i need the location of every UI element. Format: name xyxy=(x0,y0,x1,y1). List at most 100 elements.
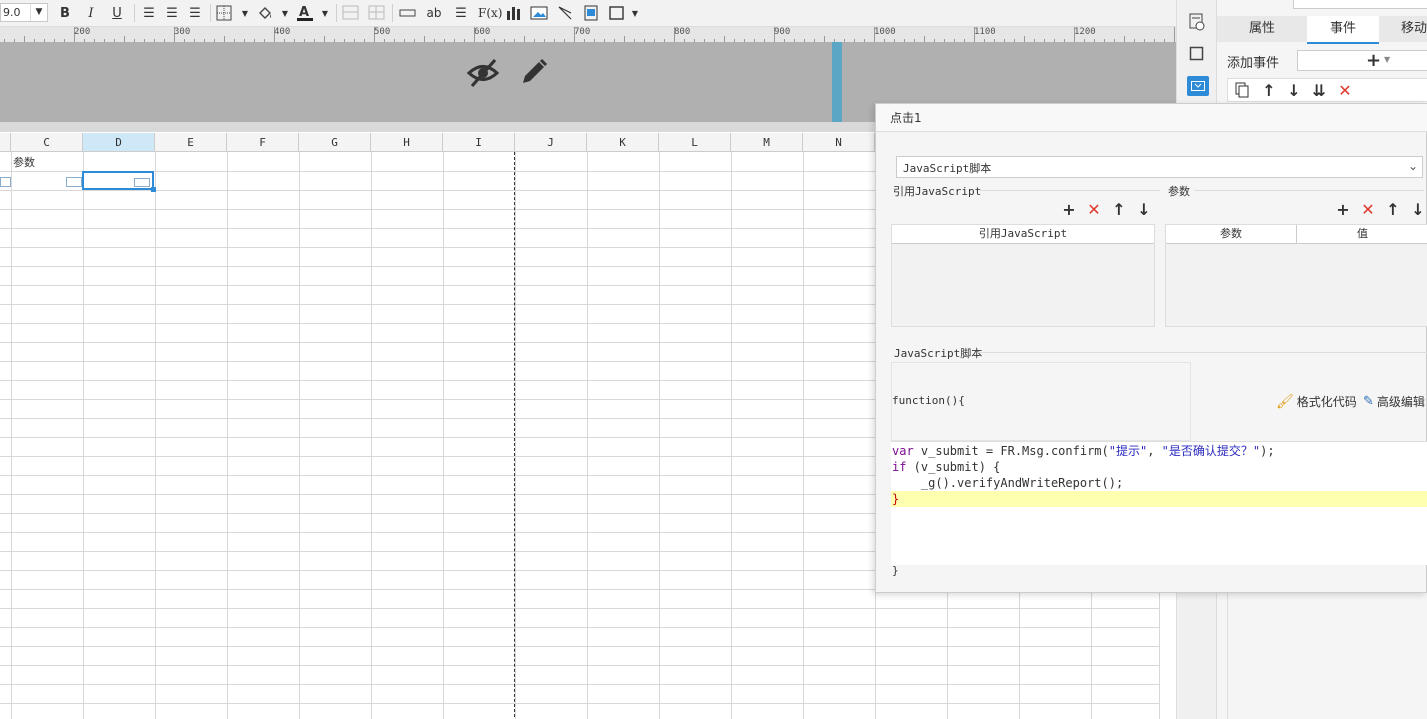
event-editor-dialog: 点击1 JavaScript脚本 ⌄ 引用JavaScript 参数 + ✕ ↑… xyxy=(875,103,1427,593)
column-header-e[interactable]: E xyxy=(155,133,227,152)
code-keyword: var xyxy=(892,444,914,458)
border-icon[interactable] xyxy=(216,3,234,23)
hide-eye-icon[interactable] xyxy=(466,56,500,93)
grid-row-line xyxy=(0,646,1160,647)
section-divider xyxy=(1194,190,1424,191)
italic-button[interactable]: I xyxy=(82,3,100,23)
copy-icon[interactable] xyxy=(1233,81,1251,99)
ref-js-section-label: 引用JavaScript xyxy=(893,185,982,198)
tab-move[interactable]: 移动 xyxy=(1379,16,1427,42)
delete-icon[interactable]: ✕ xyxy=(1336,81,1354,100)
column-header-m[interactable]: M xyxy=(731,133,803,152)
edit-pencil-icon[interactable] xyxy=(518,56,550,91)
chevron-down-icon[interactable]: ▼ xyxy=(626,3,644,23)
text-widget-button[interactable]: ab xyxy=(425,3,443,23)
brush-icon: 🖌 xyxy=(1276,393,1294,410)
chevron-down-icon[interactable]: ▼ xyxy=(276,3,294,23)
section-divider xyxy=(980,190,1160,191)
align-right-icon[interactable]: ☰ xyxy=(186,3,204,23)
params-table[interactable]: 参数 值 xyxy=(1165,224,1427,327)
grid-column-line xyxy=(11,152,12,719)
cell-widget[interactable] xyxy=(0,177,11,187)
unmerge-cells-icon[interactable] xyxy=(368,3,386,23)
ruler-label: 1200 xyxy=(1074,27,1096,37)
cell-widget[interactable] xyxy=(66,177,82,187)
fill-color-icon[interactable] xyxy=(256,3,274,23)
align-left-icon[interactable]: ☰ xyxy=(140,3,158,23)
add-param-icon[interactable]: + xyxy=(1334,200,1352,219)
code-text: (v_submit) { xyxy=(906,460,1001,474)
column-header-f[interactable]: F xyxy=(227,133,299,152)
underline-button[interactable]: U xyxy=(108,3,126,23)
dialog-title: 点击1 xyxy=(876,104,1427,132)
code-text: v_submit = FR.Msg.confirm( xyxy=(913,444,1109,458)
column-header[interactable] xyxy=(0,133,11,152)
column-header-n[interactable]: N xyxy=(803,133,875,152)
horizontal-ruler: 200 300 400 500 600 700 800 900 1000 110… xyxy=(0,27,1176,43)
frame-icon[interactable] xyxy=(608,3,626,23)
column-header-j[interactable]: J xyxy=(515,133,587,152)
font-color-icon[interactable]: A xyxy=(296,3,314,23)
bar-chart-icon[interactable] xyxy=(505,3,523,23)
param-up-icon[interactable]: ↑ xyxy=(1384,200,1402,219)
move-down-icon[interactable]: ↓ xyxy=(1285,81,1303,100)
diagonal-line-icon[interactable] xyxy=(556,3,574,23)
column-header-l[interactable]: L xyxy=(659,133,731,152)
ruler-label: 700 xyxy=(574,27,591,37)
widget-name-field[interactable] xyxy=(1293,0,1427,9)
event-actions-bar: ↑ ↓ ⇊ ✕ xyxy=(1227,78,1427,102)
selected-cell-d2[interactable] xyxy=(82,171,156,192)
cell-c1[interactable]: 参数 xyxy=(13,154,35,170)
column-header-d[interactable]: D xyxy=(83,133,155,152)
ref-up-icon[interactable]: ↑ xyxy=(1110,200,1128,219)
function-tail: } xyxy=(892,564,899,577)
event-icon[interactable] xyxy=(1187,76,1209,96)
paragraph-icon[interactable]: ☰ xyxy=(452,3,470,23)
bold-button[interactable]: B xyxy=(56,3,74,23)
ruler-label: 600 xyxy=(474,27,491,37)
square-icon[interactable] xyxy=(1189,46,1205,65)
sub-report-icon[interactable] xyxy=(582,3,600,23)
widget-settings-icon[interactable] xyxy=(1188,12,1206,35)
grid-row-line xyxy=(0,665,1160,666)
column-header-h[interactable]: H xyxy=(371,133,443,152)
format-code-button[interactable]: 🖌 格式化代码 xyxy=(1276,393,1357,410)
chevron-down-icon[interactable]: ▼ xyxy=(236,3,254,23)
resize-handle[interactable] xyxy=(832,42,842,122)
ref-js-table[interactable]: 引用JavaScript xyxy=(891,224,1155,327)
add-event-select[interactable]: + ▼ xyxy=(1297,50,1427,71)
delete-ref-icon[interactable]: ✕ xyxy=(1085,200,1103,219)
column-header-k[interactable]: K xyxy=(587,133,659,152)
delete-param-icon[interactable]: ✕ xyxy=(1359,200,1377,219)
align-center-icon[interactable]: ☰ xyxy=(163,3,181,23)
param-down-icon[interactable]: ↓ xyxy=(1409,200,1427,219)
chevron-down-icon[interactable]: ▼ xyxy=(316,3,334,23)
add-ref-icon[interactable]: + xyxy=(1060,200,1078,219)
column-header-i[interactable]: I xyxy=(443,133,515,152)
script-section-label: JavaScript脚本 xyxy=(894,347,983,360)
fill-handle[interactable] xyxy=(151,187,156,192)
advanced-edit-button[interactable]: ✎ 高级编辑 xyxy=(1363,393,1425,410)
event-type-select[interactable]: JavaScript脚本 ⌄ xyxy=(896,156,1423,178)
format-code-label: 格式化代码 xyxy=(1296,395,1357,409)
font-size-select[interactable]: 9.0 ▼ xyxy=(0,3,48,22)
merge-cells-icon[interactable] xyxy=(342,3,360,23)
code-editor[interactable]: var v_submit = FR.Msg.confirm("提示", "是否确… xyxy=(891,441,1427,565)
edit-icon: ✎ xyxy=(1363,394,1374,409)
column-header-c[interactable]: C xyxy=(11,133,83,152)
ruler-label: 200 xyxy=(74,27,91,37)
tab-properties[interactable]: 属性 xyxy=(1217,16,1307,42)
ref-down-icon[interactable]: ↓ xyxy=(1135,200,1153,219)
ruler-label: 900 xyxy=(774,27,791,37)
formula-button[interactable]: F(x) xyxy=(478,3,502,23)
grid-row-line xyxy=(0,627,1160,628)
column-header-g[interactable]: G xyxy=(299,133,371,152)
move-up-icon[interactable]: ↑ xyxy=(1260,81,1278,100)
image-icon[interactable] xyxy=(530,3,548,23)
move-bottom-icon[interactable]: ⇊ xyxy=(1310,81,1328,100)
grid-column-line xyxy=(371,152,372,719)
cell-widget[interactable] xyxy=(134,178,150,187)
grid-column-line xyxy=(515,152,516,719)
tab-events[interactable]: 事件 xyxy=(1307,16,1379,44)
text-field-icon[interactable] xyxy=(399,3,417,23)
